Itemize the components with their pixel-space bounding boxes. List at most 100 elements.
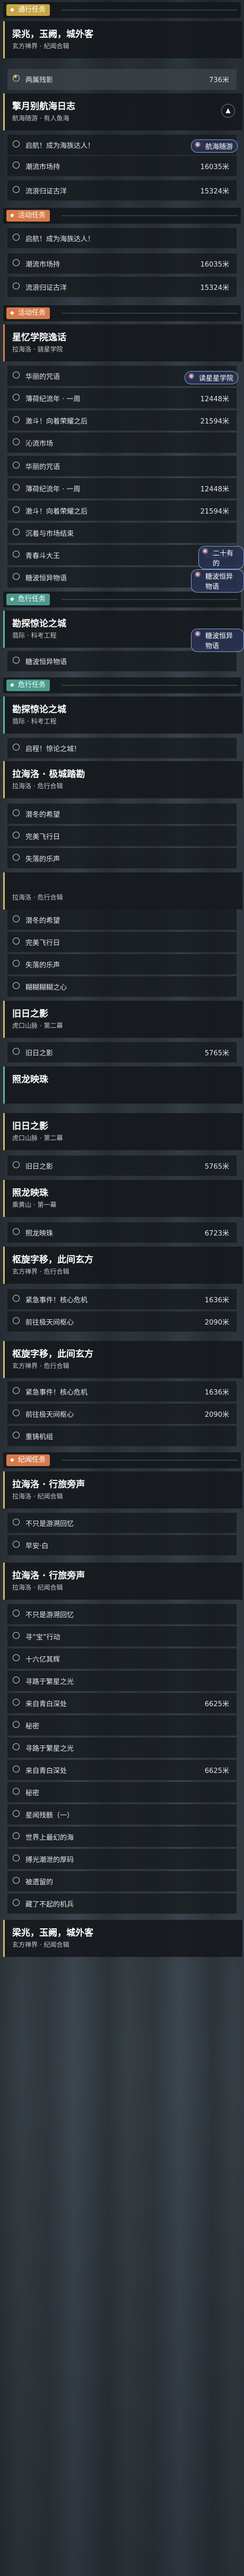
category-header-danger[interactable]: 危行任务 xyxy=(3,592,241,607)
quest-step-row[interactable]: 失落的乐声 xyxy=(7,954,237,975)
quest-step-row[interactable]: 华丽的咒语 xyxy=(7,456,237,477)
quest-step-row[interactable]: 旧日之影 5765米 xyxy=(7,1042,237,1063)
quest-step-row[interactable]: 激斗！向着荣耀之后 21594米 xyxy=(7,500,237,521)
quest-group-title: 星忆学院逸话 xyxy=(12,332,66,343)
divider xyxy=(62,215,238,216)
quest-step-row[interactable]: 星闻残骸（一） xyxy=(7,1804,237,1825)
quest-step-row[interactable]: 沉着与市场结束 xyxy=(7,523,237,543)
quest-group-header[interactable]: 星忆学院逸话拉海洛 · 骁星学院 xyxy=(3,324,242,361)
quest-group-header[interactable]: 拉海洛 · 极城踏勘 拉海洛 · 危行合辑 xyxy=(3,761,242,798)
quest-group-header[interactable]: 照龙映珠 乘黄山 · 第一幕 xyxy=(3,1180,242,1217)
quest-step-label: 薄荷纪流年 · 一周 xyxy=(25,395,81,403)
location-badge[interactable]: 二十有的 xyxy=(198,546,244,569)
divider xyxy=(62,10,238,11)
quest-group-header[interactable]: 梁兆，玉阙，城外客 玄方禅界 · 纪闻合辑 xyxy=(3,21,242,58)
category-header-activity[interactable]: 活动任务 xyxy=(3,208,241,224)
quest-group-header[interactable]: 照龙映珠 xyxy=(3,1066,242,1104)
quest-step-row[interactable]: 搏光潮泄的厚码 xyxy=(7,1849,237,1869)
quest-group-subtitle: 拉海洛 · 纪闻合辑 xyxy=(12,1584,63,1591)
quest-step-row[interactable]: 秘密 xyxy=(7,1715,237,1736)
quest-group-header[interactable]: 擎月别航海日志 航海随游 · 有人鱼海 ▲ xyxy=(3,93,242,130)
quest-step-row[interactable]: 秘密 xyxy=(7,1782,237,1803)
quest-group-header[interactable]: 拉海洛 · 行旅旁声 拉海洛 · 纪闻合辑 xyxy=(3,1471,242,1508)
distance-label: 1636米 xyxy=(204,1296,229,1304)
quest-step-row[interactable]: 不只是游溯回忆 xyxy=(7,1513,237,1533)
step-circle-icon xyxy=(13,854,20,861)
quest-step-row[interactable]: 潜冬的希望 xyxy=(7,804,237,824)
quest-step-label: 华丽的咒语 xyxy=(25,373,60,381)
quest-step-row[interactable]: 来自青白深处 6625米 xyxy=(7,1760,237,1780)
quest-step-row[interactable]: 前往极天间枢心 2090米 xyxy=(7,1404,237,1424)
quest-step-label: 星闻残骸（一） xyxy=(25,1812,74,1820)
quest-step-row[interactable]: 薄荷纪流年 · 一周 12448米 xyxy=(7,388,237,409)
quest-group-header[interactable]: 拉海洛 · 危行合辑 xyxy=(3,872,242,910)
quest-step-row[interactable]: 藏了不起的机兵 xyxy=(7,1893,237,1914)
quest-step-row[interactable]: 完美飞行日 xyxy=(7,932,237,952)
quest-step-row[interactable]: 寻路于繁星之光 xyxy=(7,1737,237,1758)
quest-step-row[interactable]: 两属残影 736米 xyxy=(7,69,237,90)
quest-step-row[interactable]: 流浪归证古洋 15324米 xyxy=(7,180,237,201)
quest-step-row[interactable]: 潜冬的希望 xyxy=(7,910,237,930)
quest-step-row[interactable]: 薄荷纪流年 · 一周 12448米 xyxy=(7,478,237,499)
quest-step-row[interactable]: 早安·白 xyxy=(7,1535,237,1556)
quest-step-row[interactable]: 十六亿其辉 xyxy=(7,1648,237,1669)
quest-step-row[interactable]: 沁流市场 xyxy=(7,433,237,453)
quest-group-header[interactable]: 旧日之影 虎口山脉 · 第二幕 xyxy=(3,1001,242,1038)
category-header-exploration[interactable]: 纪闻任务 xyxy=(3,1452,241,1468)
category-label: 活动任务 xyxy=(6,307,50,319)
quest-group-subtitle: 翡际 · 科考工程 xyxy=(12,632,57,639)
location-badge[interactable]: 读星星学院 xyxy=(185,371,239,384)
quest-step-row[interactable]: 激斗！向着荣耀之后 21594米 xyxy=(7,410,237,431)
quest-group-header[interactable]: 拉海洛 · 行旅旁声 拉海洛 · 纪闻合辑 xyxy=(3,1563,242,1600)
quest-step-label: 失落的乐声 xyxy=(25,855,60,863)
quest-group-header[interactable]: 梁兆，玉阙，城外客 玄方禅界 · 纪闻合辑 xyxy=(3,1920,242,1957)
quest-step-row[interactable]: 寻路于繁星之光 xyxy=(7,1671,237,1691)
quest-step-row[interactable]: 来自青白深处 6625米 xyxy=(7,1693,237,1714)
quest-step-row[interactable]: 流浪归证古洋 15324米 xyxy=(7,277,237,297)
quest-step-label: 失落的乐声 xyxy=(25,961,60,969)
quest-step-row[interactable]: 不只是游溯回忆 xyxy=(7,1604,237,1625)
step-circle-icon xyxy=(13,1855,20,1862)
quest-group-header[interactable]: 勘探惊论之城 翡际 · 科考工程 xyxy=(3,696,242,734)
quest-step-row[interactable]: 紧急事件！核心危机 1636米 xyxy=(7,1289,237,1310)
quest-group-header[interactable]: 枢旋字移，此间玄方 玄方禅界 · 危行合辑 xyxy=(3,1341,242,1378)
quest-step-label: 重铸机组 xyxy=(25,1433,54,1441)
category-header-danger[interactable]: 危行任务 xyxy=(3,677,241,693)
quest-step-label: 糖波恒异物语 xyxy=(25,575,67,583)
quest-step-label: 不只是游溯回忆 xyxy=(25,1611,74,1619)
quest-step-row[interactable]: 潮流市场持 16035米 xyxy=(7,156,237,177)
quest-group-subtitle: 拉海洛 · 骁星学院 xyxy=(12,346,63,353)
divider xyxy=(62,313,238,314)
location-badge[interactable]: 糖波恒异物语 xyxy=(191,569,244,593)
step-circle-icon xyxy=(13,1877,20,1884)
step-circle-icon xyxy=(13,140,20,147)
quest-group-header[interactable]: 旧日之影 虎口山脉 · 第二幕 xyxy=(3,1113,242,1150)
step-circle-icon xyxy=(13,832,20,839)
quest-step-row[interactable]: 世界上最幻的海 xyxy=(7,1827,237,1847)
category-header-story[interactable]: 通行任务 xyxy=(3,2,241,18)
quest-step-label: 藏了不起的机兵 xyxy=(25,1901,74,1909)
quest-step-row[interactable]: 重铸机组 xyxy=(7,1426,237,1446)
quest-step-row[interactable]: 紧急事件！核心危机 1636米 xyxy=(7,1381,237,1402)
quest-step-row[interactable]: 寻“宝”行动 xyxy=(7,1626,237,1647)
quest-step-row[interactable]: 糊糊糊糊之心 xyxy=(7,976,237,997)
quest-step-row[interactable]: 糖波恒异物语 xyxy=(7,651,237,672)
quest-group-subtitle: 虎口山脉 · 第二幕 xyxy=(12,1022,63,1029)
location-badge[interactable]: 糖波恒异物语 xyxy=(191,629,244,652)
quest-step-row[interactable]: 被遗留的 xyxy=(7,1871,237,1892)
quest-group-header[interactable]: 枢旋字移，此间玄方 玄方禅界 · 危行合辑 xyxy=(3,1247,242,1284)
collapse-chevron-icon[interactable]: ▲ xyxy=(221,104,235,118)
quest-group-title: 照龙映珠 xyxy=(12,1188,48,1198)
location-badge[interactable]: 航海随游 xyxy=(191,139,238,153)
quest-step-row[interactable]: 潮流市场持 16035米 xyxy=(7,253,237,274)
quest-step-row[interactable]: 完美飞行日 xyxy=(7,826,237,846)
quest-step-row[interactable]: 前往极天间枢心 2090米 xyxy=(7,1311,237,1332)
quest-step-row[interactable]: 旧日之影 5765米 xyxy=(7,1155,237,1176)
quest-step-row[interactable]: 启航！成为海族达人！ xyxy=(7,228,237,249)
quest-step-row[interactable]: 照龙映珠 6723米 xyxy=(7,1222,237,1243)
quest-step-row[interactable]: 启程！惊论之城！ xyxy=(7,738,237,758)
quest-step-label: 寻路于繁星之光 xyxy=(25,1745,74,1753)
category-header-activity[interactable]: 活动任务 xyxy=(3,305,241,321)
quest-step-label: 寻路于繁星之光 xyxy=(25,1678,74,1686)
quest-step-row[interactable]: 失落的乐声 xyxy=(7,848,237,869)
